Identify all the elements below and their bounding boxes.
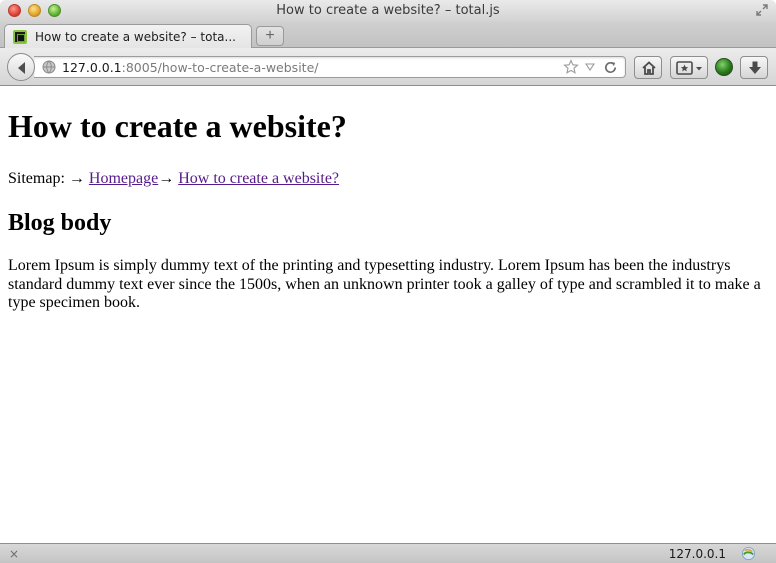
navigation-toolbar: 127.0.0.1:8005/how-to-create-a-website/ [0,48,776,86]
reload-icon[interactable] [603,60,618,75]
fullscreen-icon[interactable] [756,4,768,16]
bookmark-star-icon[interactable] [563,59,579,75]
statusbar-addon-icon[interactable] [741,546,756,561]
statusbar-close-icon[interactable]: × [9,547,19,561]
addon-icon[interactable] [715,58,733,76]
page-content: How to create a website? Sitemap: → Home… [0,87,776,543]
window-title: How to create a website? – total.js [276,3,500,18]
tab-label: How to create a website? – tota... [35,30,236,44]
sitemap-link-homepage[interactable]: Homepage [89,170,158,187]
downloads-button[interactable] [740,56,768,79]
home-button[interactable] [634,56,662,79]
sitemap-breadcrumb: Sitemap: → Homepage→ How to create a web… [8,169,768,189]
body-paragraph: Lorem Ipsum is simply dummy text of the … [8,257,761,311]
url-path: :8005/how-to-create-a-website/ [121,60,319,75]
bookmarks-icon [676,61,702,75]
section-heading: Blog body [8,210,112,236]
page-title: How to create a website? [8,108,347,144]
window-titlebar: How to create a website? – total.js [0,0,776,22]
back-button[interactable] [7,53,35,81]
sitemap-prefix: Sitemap: → [8,170,85,187]
globe-icon [42,60,56,74]
statusbar-host: 127.0.0.1 [668,547,726,561]
new-tab-button[interactable]: + [256,26,284,46]
sitemap-link-current[interactable]: How to create a website? [178,170,339,187]
tab-active[interactable]: How to create a website? – tota... [4,24,252,49]
url-text[interactable]: 127.0.0.1:8005/how-to-create-a-website/ [62,60,318,75]
totaljs-favicon-icon [13,30,27,44]
downloads-icon [749,61,761,74]
tab-strip: How to create a website? – tota... + [0,22,776,49]
back-icon [18,62,25,74]
history-dropdown-icon[interactable] [585,62,595,72]
bookmarks-button[interactable] [670,56,708,79]
home-icon [642,61,656,75]
sitemap-separator: → [158,170,175,187]
status-bar: × 127.0.0.1 [0,543,776,563]
url-host: 127.0.0.1 [62,60,122,75]
address-bar[interactable]: 127.0.0.1:8005/how-to-create-a-website/ [34,56,626,78]
